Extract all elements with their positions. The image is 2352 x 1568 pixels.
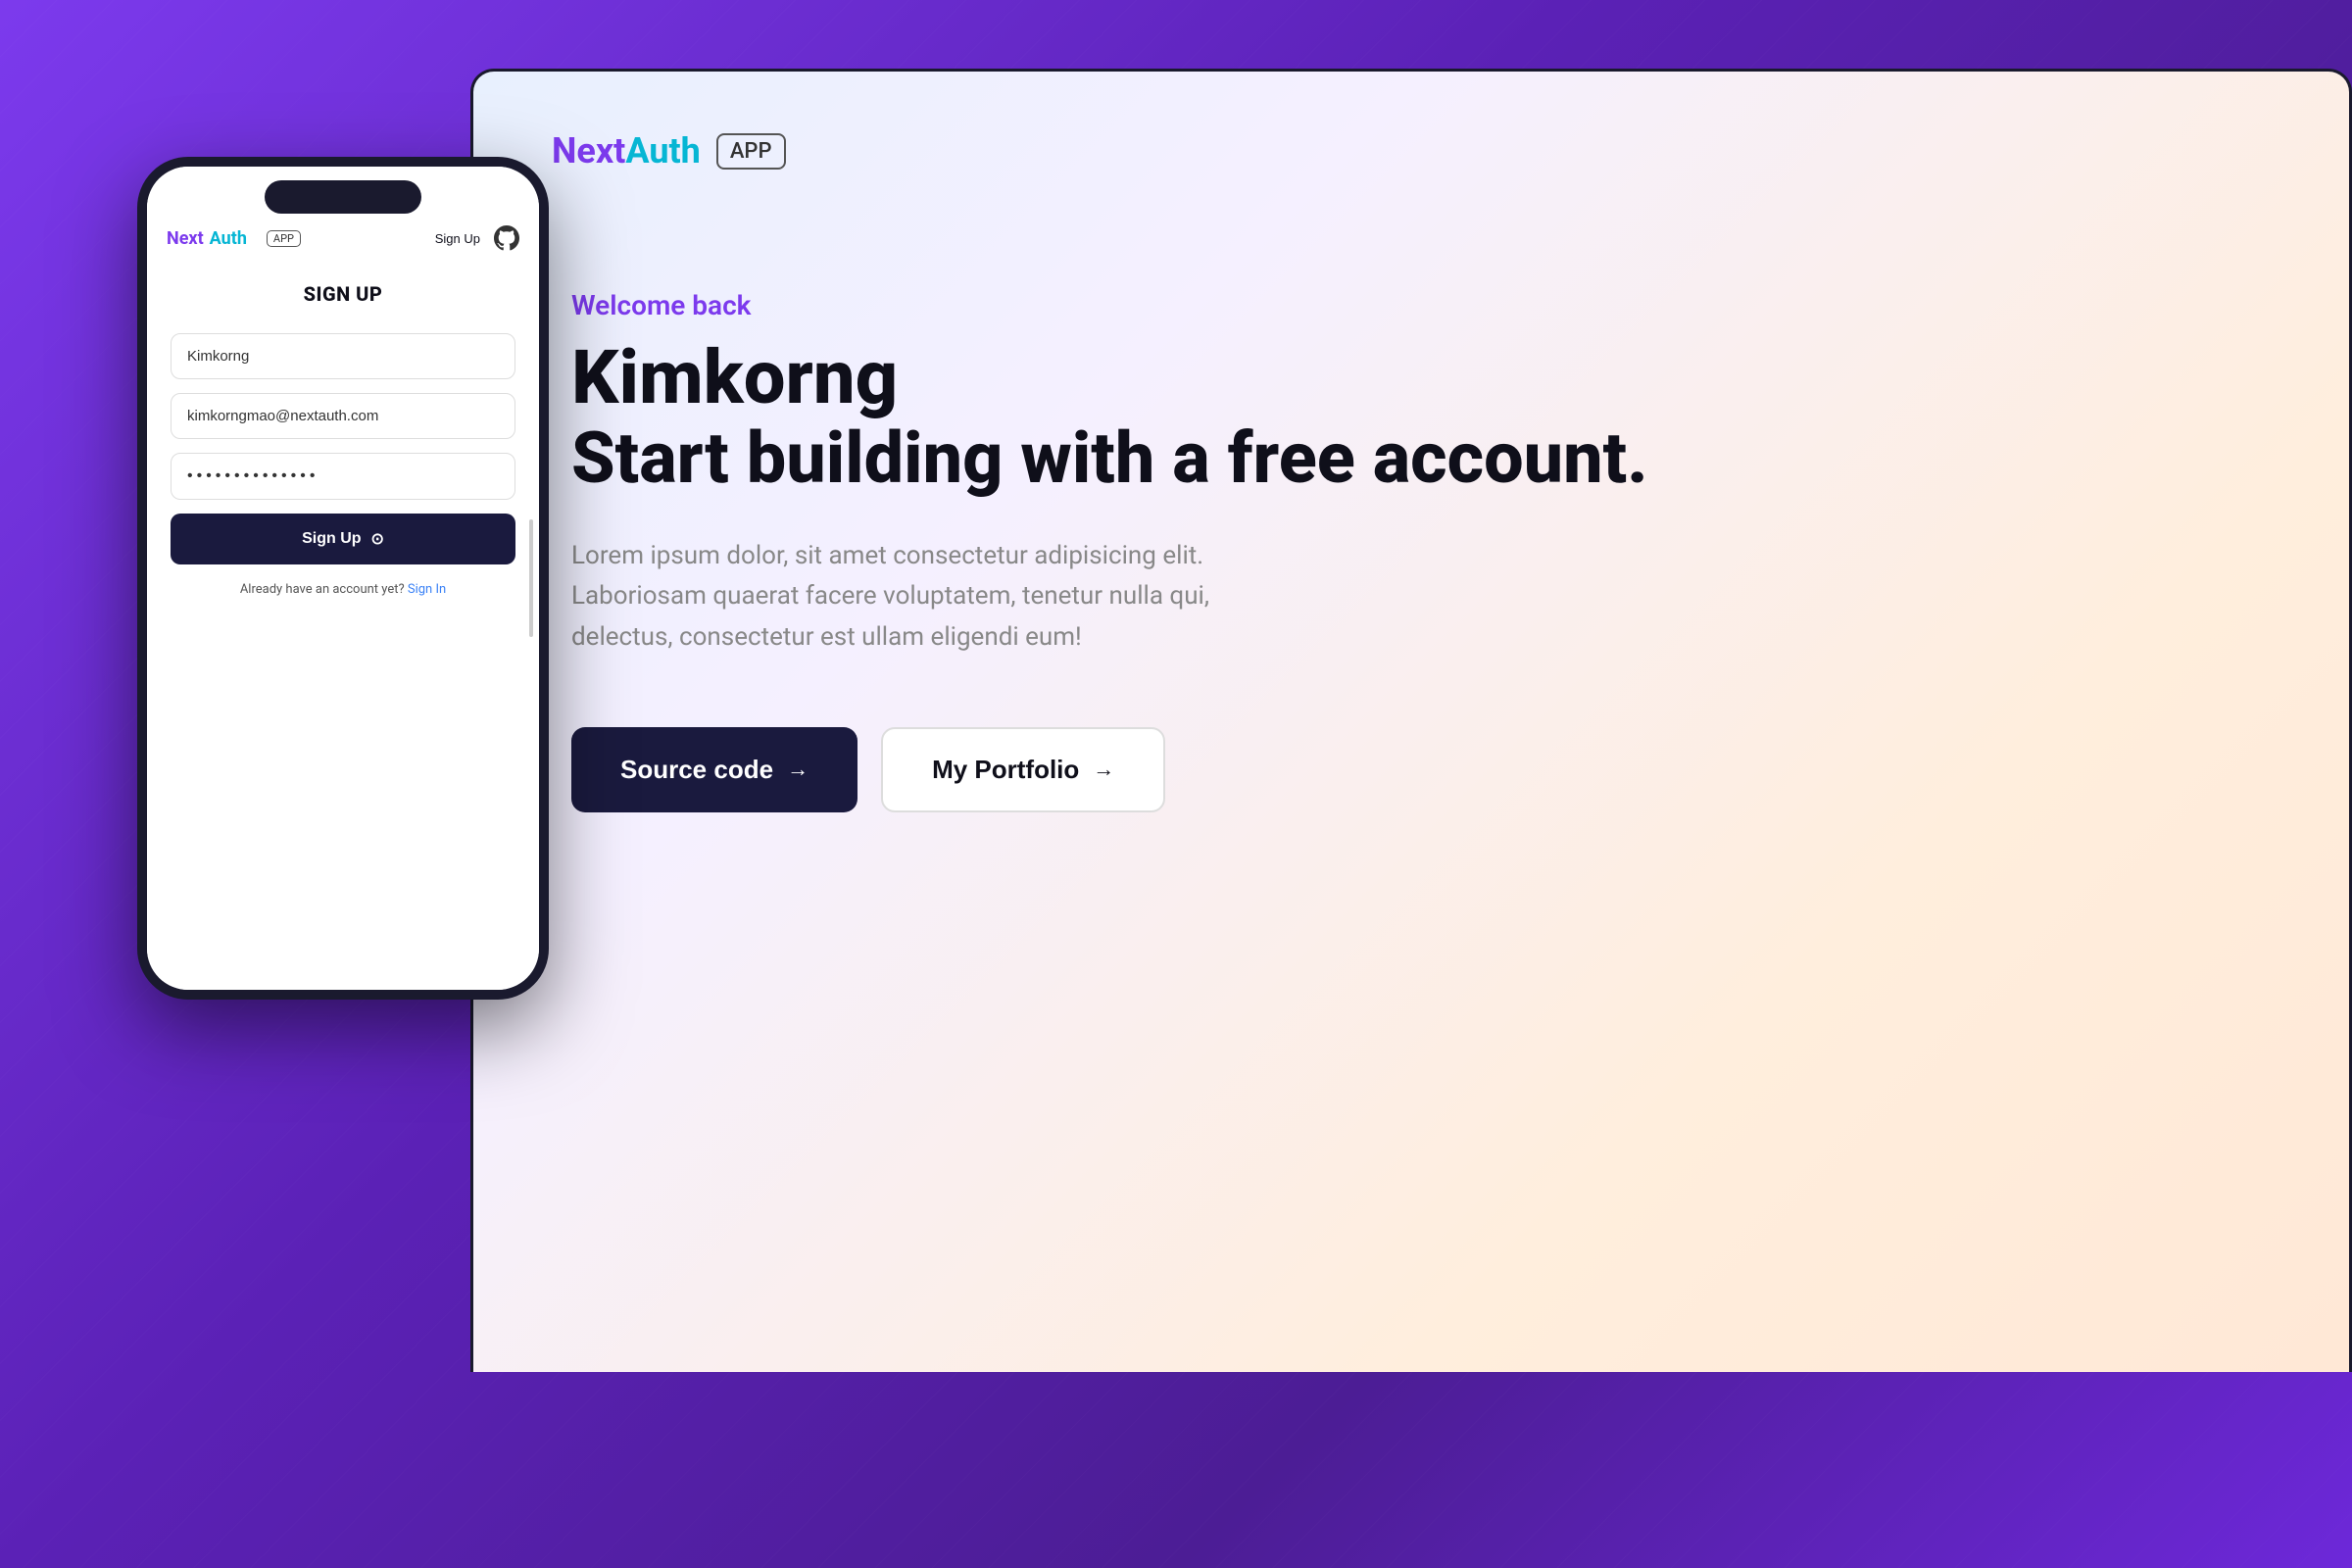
hero-buttons: Source code → My Portfolio → — [571, 727, 2271, 812]
form-title: SIGN UP — [171, 282, 515, 306]
hero-subtitle: Start building with a free account. — [571, 419, 2271, 497]
welcome-text: Welcome back — [571, 289, 2271, 321]
phone-scrollbar — [529, 519, 533, 637]
volume-down-button — [137, 412, 139, 480]
power-button — [547, 363, 549, 461]
desktop-logo: Next Auth — [552, 130, 701, 172]
logo-next: Next — [552, 130, 625, 172]
desktop-navbar: Next Auth APP — [552, 130, 2271, 172]
source-code-arrow: → — [787, 757, 808, 782]
phone-form-area: SIGN UP Sign Up ⊙ Already have an accoun… — [147, 263, 539, 990]
portfolio-label: My Portfolio — [932, 755, 1079, 785]
app-badge: APP — [716, 133, 786, 170]
email-input[interactable] — [171, 393, 515, 439]
logo-auth: Auth — [625, 130, 701, 172]
phone-logo-next: Next — [167, 228, 204, 249]
volume-up-button — [137, 323, 139, 392]
phone-logo: Next Auth APP — [167, 228, 301, 249]
signup-submit-button[interactable]: Sign Up ⊙ — [171, 514, 515, 564]
source-code-label: Source code — [620, 755, 773, 785]
portfolio-arrow: → — [1093, 757, 1114, 782]
desktop-mockup: Next Auth APP Welcome back Kimkorng Star… — [470, 69, 2352, 1372]
phone-inner: Next Auth APP Sign Up SIGN UP Sign Up — [147, 167, 539, 990]
phone-mockup: Next Auth APP Sign Up SIGN UP Sign Up — [137, 157, 549, 1000]
github-icon[interactable] — [494, 225, 519, 251]
hero-name: Kimkorng — [571, 337, 2271, 419]
password-input[interactable] — [171, 453, 515, 500]
signin-link[interactable]: Sign In — [408, 582, 446, 597]
phone-app-badge: APP — [267, 230, 301, 247]
dynamic-island — [265, 180, 421, 214]
portfolio-button[interactable]: My Portfolio → — [881, 727, 1165, 812]
name-input[interactable] — [171, 333, 515, 379]
phone-logo-auth: Auth — [210, 228, 247, 249]
phone-nav-right: Sign Up — [435, 225, 519, 251]
hero-description: Lorem ipsum dolor, sit amet consectetur … — [571, 536, 1316, 659]
desktop-hero: Welcome back Kimkorng Start building wit… — [552, 289, 2271, 812]
signup-submit-label: Sign Up — [302, 530, 361, 548]
phone-signup-nav-button[interactable]: Sign Up — [435, 231, 480, 246]
signup-arrow-icon: ⊙ — [371, 529, 384, 549]
source-code-button[interactable]: Source code → — [571, 727, 858, 812]
signin-prompt-text: Already have an account yet? Sign In — [171, 582, 515, 597]
